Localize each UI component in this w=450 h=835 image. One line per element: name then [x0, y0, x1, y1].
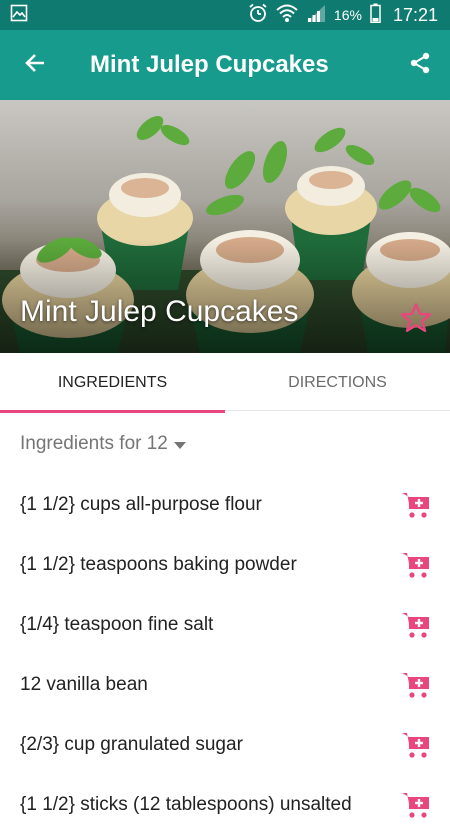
servings-dropdown[interactable]: Ingredients for 12: [20, 430, 186, 458]
ingredient-text: {1 1/2} sticks (12 tablespoons) unsalted: [20, 794, 352, 815]
ingredient-text: {1 1/2} cups all-purpose flour: [20, 494, 262, 515]
ingredient-row: {2/3} cup granulated sugar: [0, 715, 450, 775]
ingredient-text: {2/3} cup granulated sugar: [20, 734, 243, 755]
status-bar: 16% 17:21: [0, 0, 450, 30]
add-to-cart-button[interactable]: [400, 789, 432, 821]
share-button[interactable]: [390, 30, 450, 100]
tab-directions[interactable]: DIRECTIONS: [225, 353, 450, 413]
add-to-cart-button[interactable]: [400, 489, 432, 521]
caret-down-icon: [173, 441, 186, 449]
alarm-icon: [248, 3, 268, 28]
recipe-hero-image: Mint Julep Cupcakes: [0, 100, 450, 353]
arrow-back-icon: [24, 52, 46, 79]
recipe-title: Mint Julep Cupcakes: [20, 295, 299, 328]
clock: 17:21: [392, 4, 438, 25]
ingredient-text: {1/4} teaspoon fine salt: [20, 614, 214, 635]
app-bar: Mint Julep Cupcakes: [0, 30, 450, 100]
ingredient-row: 12 vanilla bean: [0, 655, 450, 715]
add-to-cart-button[interactable]: [400, 729, 432, 761]
gallery-icon: [10, 4, 28, 27]
ingredient-row: {1/4} teaspoon fine salt: [0, 595, 450, 655]
add-to-cart-icon: [402, 673, 429, 698]
tab-bar: INGREDIENTS DIRECTIONS: [0, 353, 450, 413]
ingredient-row: {1 1/2} cups all-purpose flour: [0, 475, 450, 535]
add-to-cart-icon: [402, 733, 429, 758]
add-to-cart-icon: [402, 493, 429, 518]
back-button[interactable]: [0, 30, 70, 100]
wifi-icon: [276, 3, 298, 28]
battery-percentage: 16%: [333, 7, 362, 23]
servings-label: Ingredients for 12: [20, 433, 168, 454]
add-to-cart-icon: [402, 793, 429, 818]
page-title: Mint Julep Cupcakes: [90, 51, 329, 78]
signal-icon: [306, 4, 326, 27]
ingredient-text: {1 1/2} teaspoons baking powder: [20, 554, 297, 575]
ingredient-list: {1 1/2} cups all-purpose flour {1 1/2} t…: [0, 475, 450, 835]
battery-icon: [370, 3, 381, 28]
ingredient-row: {1 1/2} sticks (12 tablespoons) unsalted: [0, 775, 450, 835]
share-icon: [408, 51, 432, 80]
add-to-cart-button[interactable]: [400, 549, 432, 581]
add-to-cart-icon: [402, 613, 429, 638]
favorite-button[interactable]: [396, 300, 436, 340]
add-to-cart-icon: [402, 553, 429, 578]
ingredient-text: 12 vanilla bean: [20, 674, 148, 695]
star-outline-icon: [400, 302, 432, 339]
ingredient-row: {1 1/2} teaspoons baking powder: [0, 535, 450, 595]
add-to-cart-button[interactable]: [400, 669, 432, 701]
tab-divider: [225, 410, 450, 411]
tab-ingredients[interactable]: INGREDIENTS: [0, 353, 225, 413]
add-to-cart-button[interactable]: [400, 609, 432, 641]
